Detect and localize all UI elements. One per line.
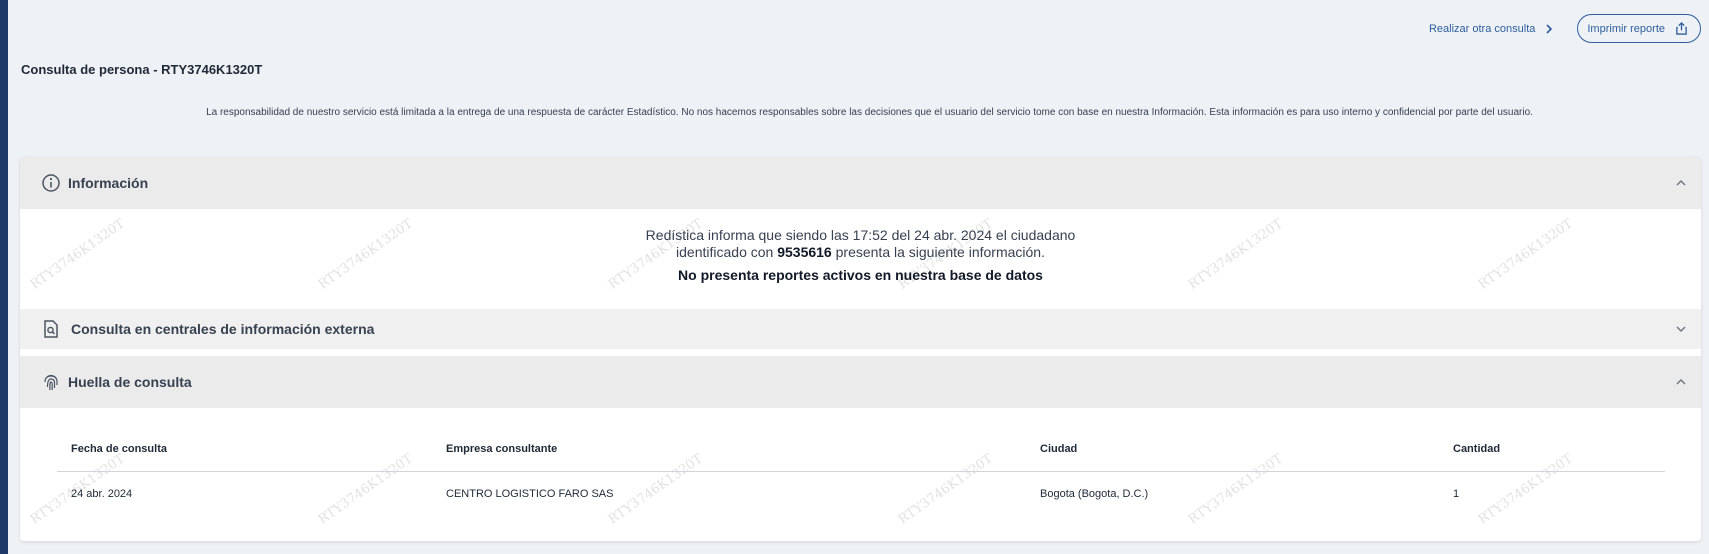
disclaimer-text: La responsabilidad de nuestro servicio e… [206,107,1533,118]
cell-cantidad: 1 [1453,488,1460,501]
section-huella-title: Huella de consulta [68,374,192,390]
cell-fecha: 24 abr. 2024 [71,488,133,501]
col-cantidad-header: Cantidad [1439,427,1665,472]
section-informacion-title: Información [68,175,149,191]
imprimir-reporte-button[interactable]: Imprimir reporte [1577,14,1701,43]
info-line-1: Redística informa que siendo las 17:52 d… [645,227,1076,243]
search-document-icon [44,320,58,338]
table-header-row: Fecha de consulta Empresa consultante Ci… [57,427,1665,472]
info-status: No presenta reportes activos en nuestra … [678,267,1043,283]
left-rail [0,0,8,554]
cell-empresa: CENTRO LOGISTICO FARO SAS [446,488,614,501]
page-title: Consulta de persona - RTY3746K1320T [21,62,263,77]
imprimir-reporte-label: Imprimir reporte [1587,22,1665,35]
informacion-body: Redística informa que siendo las 17:52 d… [20,209,1701,309]
col-empresa-header: Empresa consultante [432,427,1026,472]
info-circle-icon [42,174,60,192]
section-consulta-externa-header[interactable]: Consulta en centrales de información ext… [20,309,1701,349]
chevron-up-icon [1676,180,1686,186]
info-line-2-prefix: identificado con [676,244,774,260]
col-ciudad-header: Ciudad [1026,427,1439,472]
realizar-otra-consulta-label: Realizar otra consulta [1428,22,1536,35]
info-line-2: identificado con 9535616 presenta la sig… [20,244,1701,261]
chevron-down-icon [1676,326,1686,332]
info-line-2-suffix: presenta la siguiente información. [835,244,1045,260]
cell-ciudad: Bogota (Bogota, D.C.) [1040,488,1149,501]
top-actions: Realizar otra consulta Imprimir reporte [1429,14,1701,43]
share-icon [1676,22,1687,35]
consulta-table: Fecha de consulta Empresa consultante Ci… [57,427,1665,517]
fingerprint-icon [44,374,58,391]
realizar-otra-consulta-link[interactable]: Realizar otra consulta [1429,23,1555,35]
col-fecha-header: Fecha de consulta [57,427,432,472]
section-consulta-externa-title: Consulta en centrales de información ext… [71,321,375,337]
chevron-right-icon [1546,23,1553,34]
section-huella-header[interactable]: Huella de consulta [20,356,1701,408]
id-number: 9535616 [777,244,832,260]
section-informacion-header[interactable]: Información [20,157,1701,209]
table-row: 24 abr. 2024 CENTRO LOGISTICO FARO SAS B… [57,471,1665,517]
chevron-up-icon [1676,379,1686,385]
